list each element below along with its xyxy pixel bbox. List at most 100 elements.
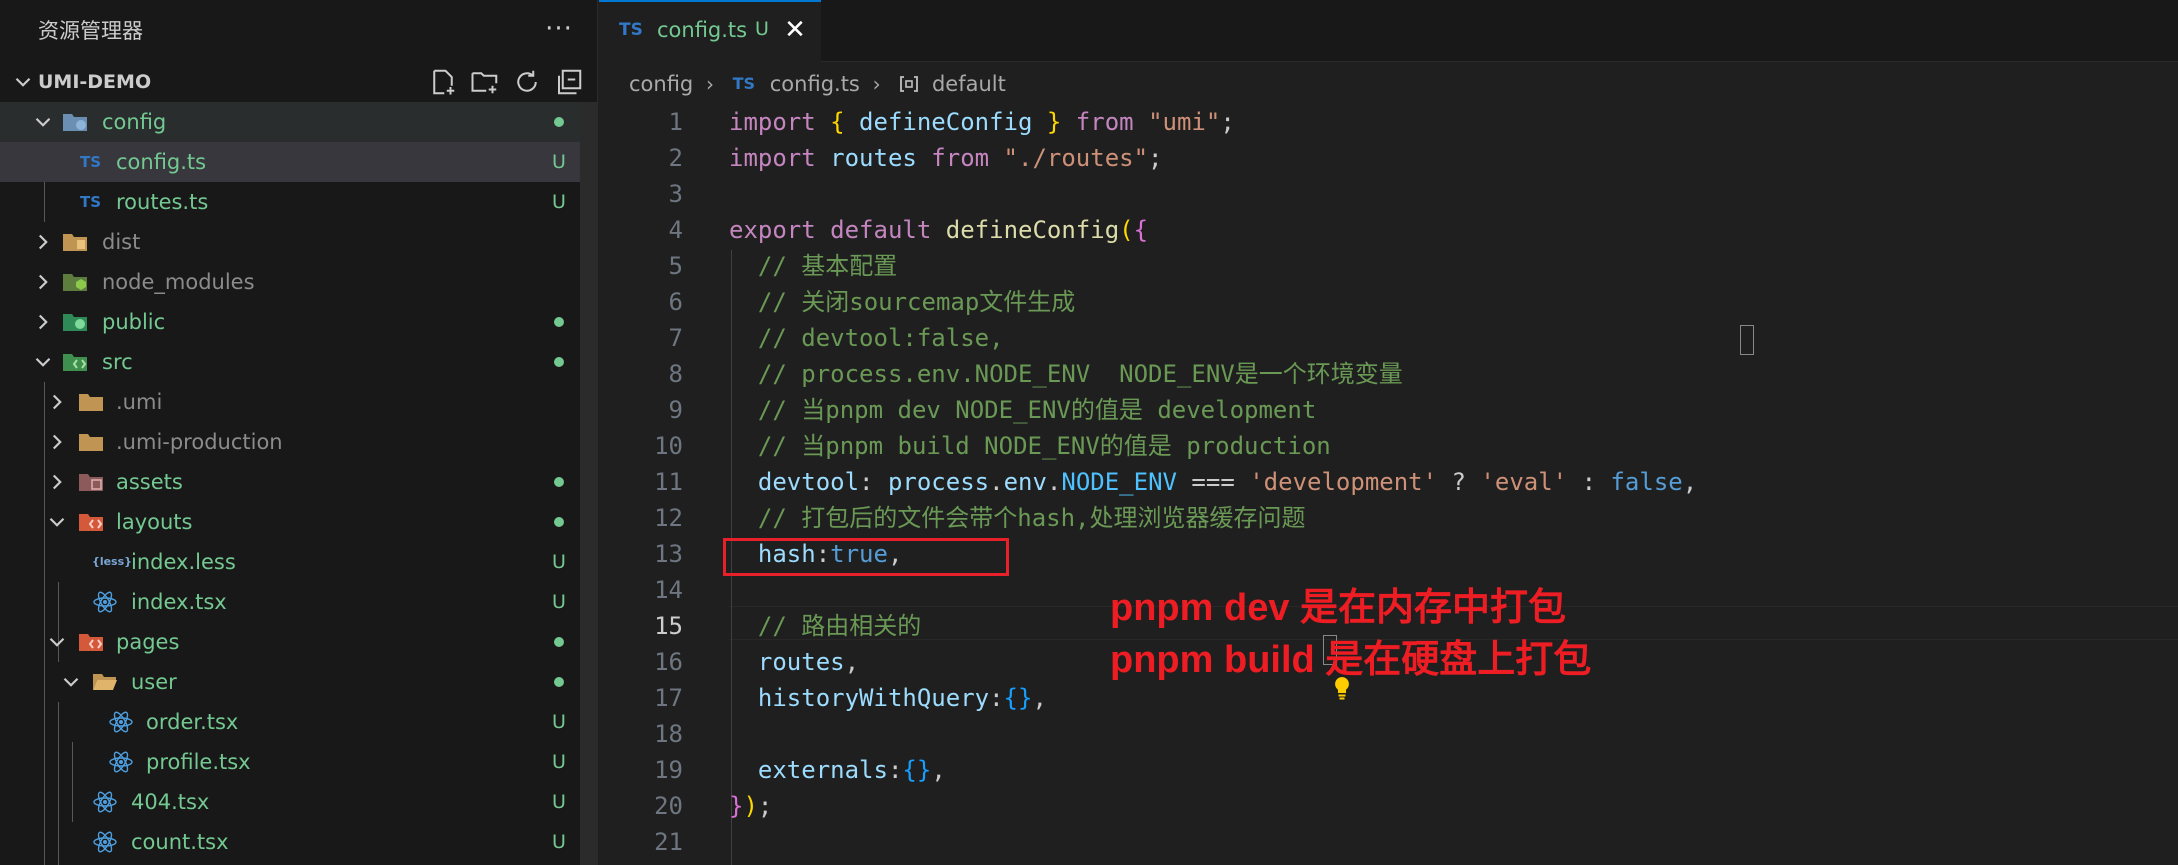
more-actions-icon[interactable]: ··· bbox=[540, 12, 578, 50]
tree-item-user[interactable]: user bbox=[0, 662, 580, 702]
project-header[interactable]: UMI-DEMO bbox=[0, 62, 598, 102]
token-keyword: from bbox=[931, 144, 990, 172]
react-file-icon bbox=[93, 791, 117, 813]
tab-git-status: U bbox=[755, 18, 769, 40]
breadcrumb: config › TS config.ts › default bbox=[629, 66, 1006, 102]
breadcrumb-symbol[interactable]: default bbox=[932, 66, 1006, 102]
token-identifier: env bbox=[1003, 468, 1047, 496]
git-status-dot bbox=[554, 517, 564, 527]
line-number: 6 bbox=[668, 288, 683, 316]
git-status-badge: U bbox=[552, 191, 566, 213]
token-brace: { bbox=[830, 108, 845, 136]
token-punct: , bbox=[1032, 684, 1047, 712]
breadcrumb-file[interactable]: config.ts bbox=[770, 66, 860, 102]
code-editor[interactable]: 1 2 3 4 5 6 7 8 9 10 11 12 13 14 15 16 1… bbox=[599, 104, 2178, 865]
tree-item-404-tsx[interactable]: 404.tsx U bbox=[0, 782, 580, 822]
git-status-badge: U bbox=[552, 791, 566, 813]
code-line: routes, bbox=[729, 644, 859, 680]
tree-item-label: user bbox=[131, 670, 177, 694]
tree-item-label: layouts bbox=[116, 510, 193, 534]
token-property: historyWithQuery bbox=[729, 684, 990, 712]
token-keyword: import bbox=[729, 108, 816, 136]
tree-item-config-ts[interactable]: TS config.ts U bbox=[0, 142, 580, 182]
token-punct: . bbox=[1046, 468, 1062, 496]
tab-label: config.ts bbox=[657, 18, 748, 42]
token-property: routes bbox=[729, 648, 845, 676]
new-file-icon[interactable] bbox=[428, 67, 458, 97]
tree-item-label: src bbox=[102, 350, 133, 374]
tree-item-index-less[interactable]: {less} index.less U bbox=[0, 542, 580, 582]
token-brace: {} bbox=[902, 756, 932, 784]
code-comment: // 关闭sourcemap文件生成 bbox=[729, 288, 1076, 316]
tab-config-ts[interactable]: TS config.ts U ✕ bbox=[599, 0, 821, 62]
token-operator: ? bbox=[1437, 468, 1481, 496]
tree-item-count-tsx[interactable]: count.tsx U bbox=[0, 822, 580, 862]
token-punct: , bbox=[931, 756, 946, 784]
tree-item-order-tsx[interactable]: order.tsx U bbox=[0, 702, 580, 742]
tree-item-public[interactable]: public bbox=[0, 302, 580, 342]
collapse-all-icon[interactable] bbox=[554, 67, 584, 97]
chevron-down-icon bbox=[63, 677, 79, 687]
git-status-dot bbox=[554, 637, 564, 647]
tree-item-node-modules[interactable]: node_modules bbox=[0, 262, 580, 302]
token-punct: ; bbox=[757, 792, 773, 820]
line-number: 18 bbox=[654, 720, 683, 748]
token-property: devtool bbox=[729, 468, 860, 496]
token-boolean: false bbox=[1610, 468, 1683, 496]
refresh-icon[interactable] bbox=[512, 67, 542, 97]
token-brace: } bbox=[1046, 108, 1062, 136]
tree-item-label: assets bbox=[116, 470, 183, 494]
tree-item-assets[interactable]: assets bbox=[0, 462, 580, 502]
token-property: externals bbox=[729, 756, 888, 784]
line-number: 13 bbox=[654, 540, 683, 568]
code-line: export default defineConfig({ bbox=[729, 212, 1148, 248]
close-icon[interactable]: ✕ bbox=[781, 16, 809, 44]
tree-item-pages[interactable]: pages bbox=[0, 622, 580, 662]
git-status-badge: U bbox=[552, 751, 566, 773]
folder-dist-icon bbox=[63, 234, 87, 251]
line-number: 4 bbox=[668, 216, 683, 244]
project-name: UMI-DEMO bbox=[38, 71, 152, 93]
token-punct: : bbox=[859, 468, 888, 496]
token-string: "./routes" bbox=[1003, 144, 1149, 172]
folder-icon bbox=[79, 394, 103, 411]
sidebar-scrollbar[interactable] bbox=[580, 102, 598, 865]
git-status-badge: U bbox=[552, 831, 566, 853]
code-comment: // 路由相关的 bbox=[729, 612, 922, 640]
git-status-dot bbox=[554, 477, 564, 487]
folder-src-icon bbox=[63, 354, 87, 371]
tree-item-routes-ts[interactable]: TS routes.ts U bbox=[0, 182, 580, 222]
token-brace: { bbox=[1133, 216, 1149, 244]
folder-icon bbox=[79, 434, 103, 451]
token-constant: NODE_ENV bbox=[1061, 468, 1177, 496]
token-punct: : bbox=[887, 756, 903, 784]
tree-item-src[interactable]: src bbox=[0, 342, 580, 382]
tree-item-layouts[interactable]: layouts bbox=[0, 502, 580, 542]
tree-item-profile-tsx[interactable]: profile.tsx U bbox=[0, 742, 580, 782]
breadcrumb-folder[interactable]: config bbox=[629, 66, 693, 102]
code-line: }); bbox=[729, 788, 772, 824]
tree-item-index-tsx[interactable]: index.tsx U bbox=[0, 582, 580, 622]
react-file-icon bbox=[93, 591, 117, 613]
token-punct: : bbox=[989, 684, 1004, 712]
tree-item-umi-production[interactable]: .umi-production bbox=[0, 422, 580, 462]
tree-item-config[interactable]: config bbox=[0, 102, 580, 142]
chevron-down-icon bbox=[49, 517, 65, 527]
less-file-icon: {less} bbox=[92, 555, 132, 568]
tree-item-label: .umi-production bbox=[116, 430, 283, 454]
folder-public-icon bbox=[63, 314, 87, 331]
new-folder-icon[interactable] bbox=[470, 67, 500, 97]
token-identifier: defineConfig bbox=[844, 108, 1047, 136]
git-status-badge: U bbox=[552, 711, 566, 733]
chevron-down-icon bbox=[35, 117, 51, 127]
tree-item-dist[interactable]: dist bbox=[0, 222, 580, 262]
tree-item-label: order.tsx bbox=[146, 710, 239, 734]
tree-item-label: config bbox=[102, 110, 167, 134]
tree-item-label: index.less bbox=[131, 550, 236, 574]
token-operator: === bbox=[1176, 468, 1250, 496]
tree-item-umi[interactable]: .umi bbox=[0, 382, 580, 422]
git-status-badge: U bbox=[552, 551, 566, 573]
